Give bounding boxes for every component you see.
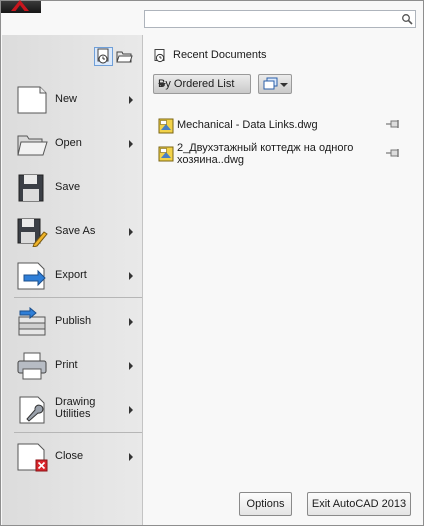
menu-separator [14, 432, 142, 433]
recent-documents-pane: Recent Documents By Ordered List Mechani… [144, 35, 423, 525]
new-document-icon [17, 86, 47, 114]
chevron-down-icon [280, 83, 288, 87]
printer-icon [17, 352, 47, 380]
menu-separator [14, 297, 142, 298]
recent-documents-title: Recent Documents [173, 49, 267, 61]
search-input[interactable] [144, 10, 416, 28]
menu-label-save-as: Save As [55, 225, 96, 237]
recent-document-name: Mechanical - Data Links.dwg [177, 119, 318, 131]
menu-item-open[interactable]: Open [3, 124, 141, 164]
submenu-arrow-icon [129, 362, 133, 370]
search-icon [402, 14, 413, 25]
menu-label-open: Open [55, 137, 82, 149]
wrench-icon [19, 396, 45, 424]
menu-item-export[interactable]: Export [3, 256, 141, 296]
open-folder-icon [17, 135, 48, 156]
publish-icon [18, 307, 46, 336]
menu-label-drawing-utilities: Drawing Utilities [55, 396, 96, 420]
clock-document-icon [97, 48, 109, 64]
menu-item-publish[interactable]: Publish [3, 302, 141, 342]
sort-order-dropdown[interactable]: By Ordered List [153, 74, 251, 94]
menu-item-new[interactable]: New [3, 80, 141, 120]
recent-document-item[interactable]: 2_Двухэтажный коттедж на одного хозяина.… [158, 142, 418, 170]
menu-label-close: Close [55, 450, 84, 462]
recent-document-name: 2_Двухэтажный коттедж на одного хозяина.… [177, 142, 354, 166]
options-button[interactable]: Options [239, 492, 292, 516]
left-menu-pane: New Open Save Save As Export Publish Pri… [2, 35, 143, 525]
submenu-arrow-icon [129, 406, 133, 414]
menu-label-publish: Publish [55, 315, 92, 327]
menu-item-close[interactable]: Close [3, 437, 141, 477]
submenu-arrow-icon [129, 228, 133, 236]
dwg-file-icon [158, 146, 174, 162]
application-menu: New Open Save Save As Export Publish Pri… [0, 0, 424, 526]
recent-documents-toggle[interactable] [94, 47, 113, 66]
sort-order-value: By Ordered List [158, 78, 235, 90]
open-documents-toggle[interactable] [115, 47, 134, 66]
menu-label-print: Print [55, 359, 78, 371]
menu-item-save-as[interactable]: Save As [3, 212, 141, 252]
dwg-file-icon [158, 118, 174, 134]
menu-item-drawing-utilities[interactable]: Drawing Utilities [3, 390, 141, 430]
autocad-logo-icon [11, 0, 29, 11]
menu-label-new: New [55, 93, 78, 105]
display-mode-dropdown[interactable] [258, 74, 292, 94]
submenu-arrow-icon [129, 453, 133, 461]
submenu-arrow-icon [129, 272, 133, 280]
recent-documents-icon [154, 49, 165, 63]
icon-view-icon [263, 77, 278, 90]
close-document-icon [17, 443, 48, 472]
folder-icon [116, 51, 133, 63]
exit-autocad-button[interactable]: Exit AutoCAD 2013 [307, 492, 411, 516]
menu-label-export: Export [55, 269, 87, 281]
save-as-icon [17, 218, 48, 247]
menu-item-save[interactable]: Save [3, 168, 141, 208]
chevron-down-icon [158, 83, 166, 87]
pin-icon[interactable] [385, 119, 401, 129]
save-disk-icon [18, 174, 44, 202]
application-button[interactable] [1, 0, 41, 13]
menu-item-print[interactable]: Print [3, 346, 141, 386]
recent-document-item[interactable]: Mechanical - Data Links.dwg [158, 117, 418, 135]
submenu-arrow-icon [129, 318, 133, 326]
submenu-arrow-icon [129, 140, 133, 148]
menu-label-save: Save [55, 181, 81, 193]
submenu-arrow-icon [129, 96, 133, 104]
pin-icon[interactable] [385, 148, 401, 158]
export-icon [17, 262, 46, 290]
